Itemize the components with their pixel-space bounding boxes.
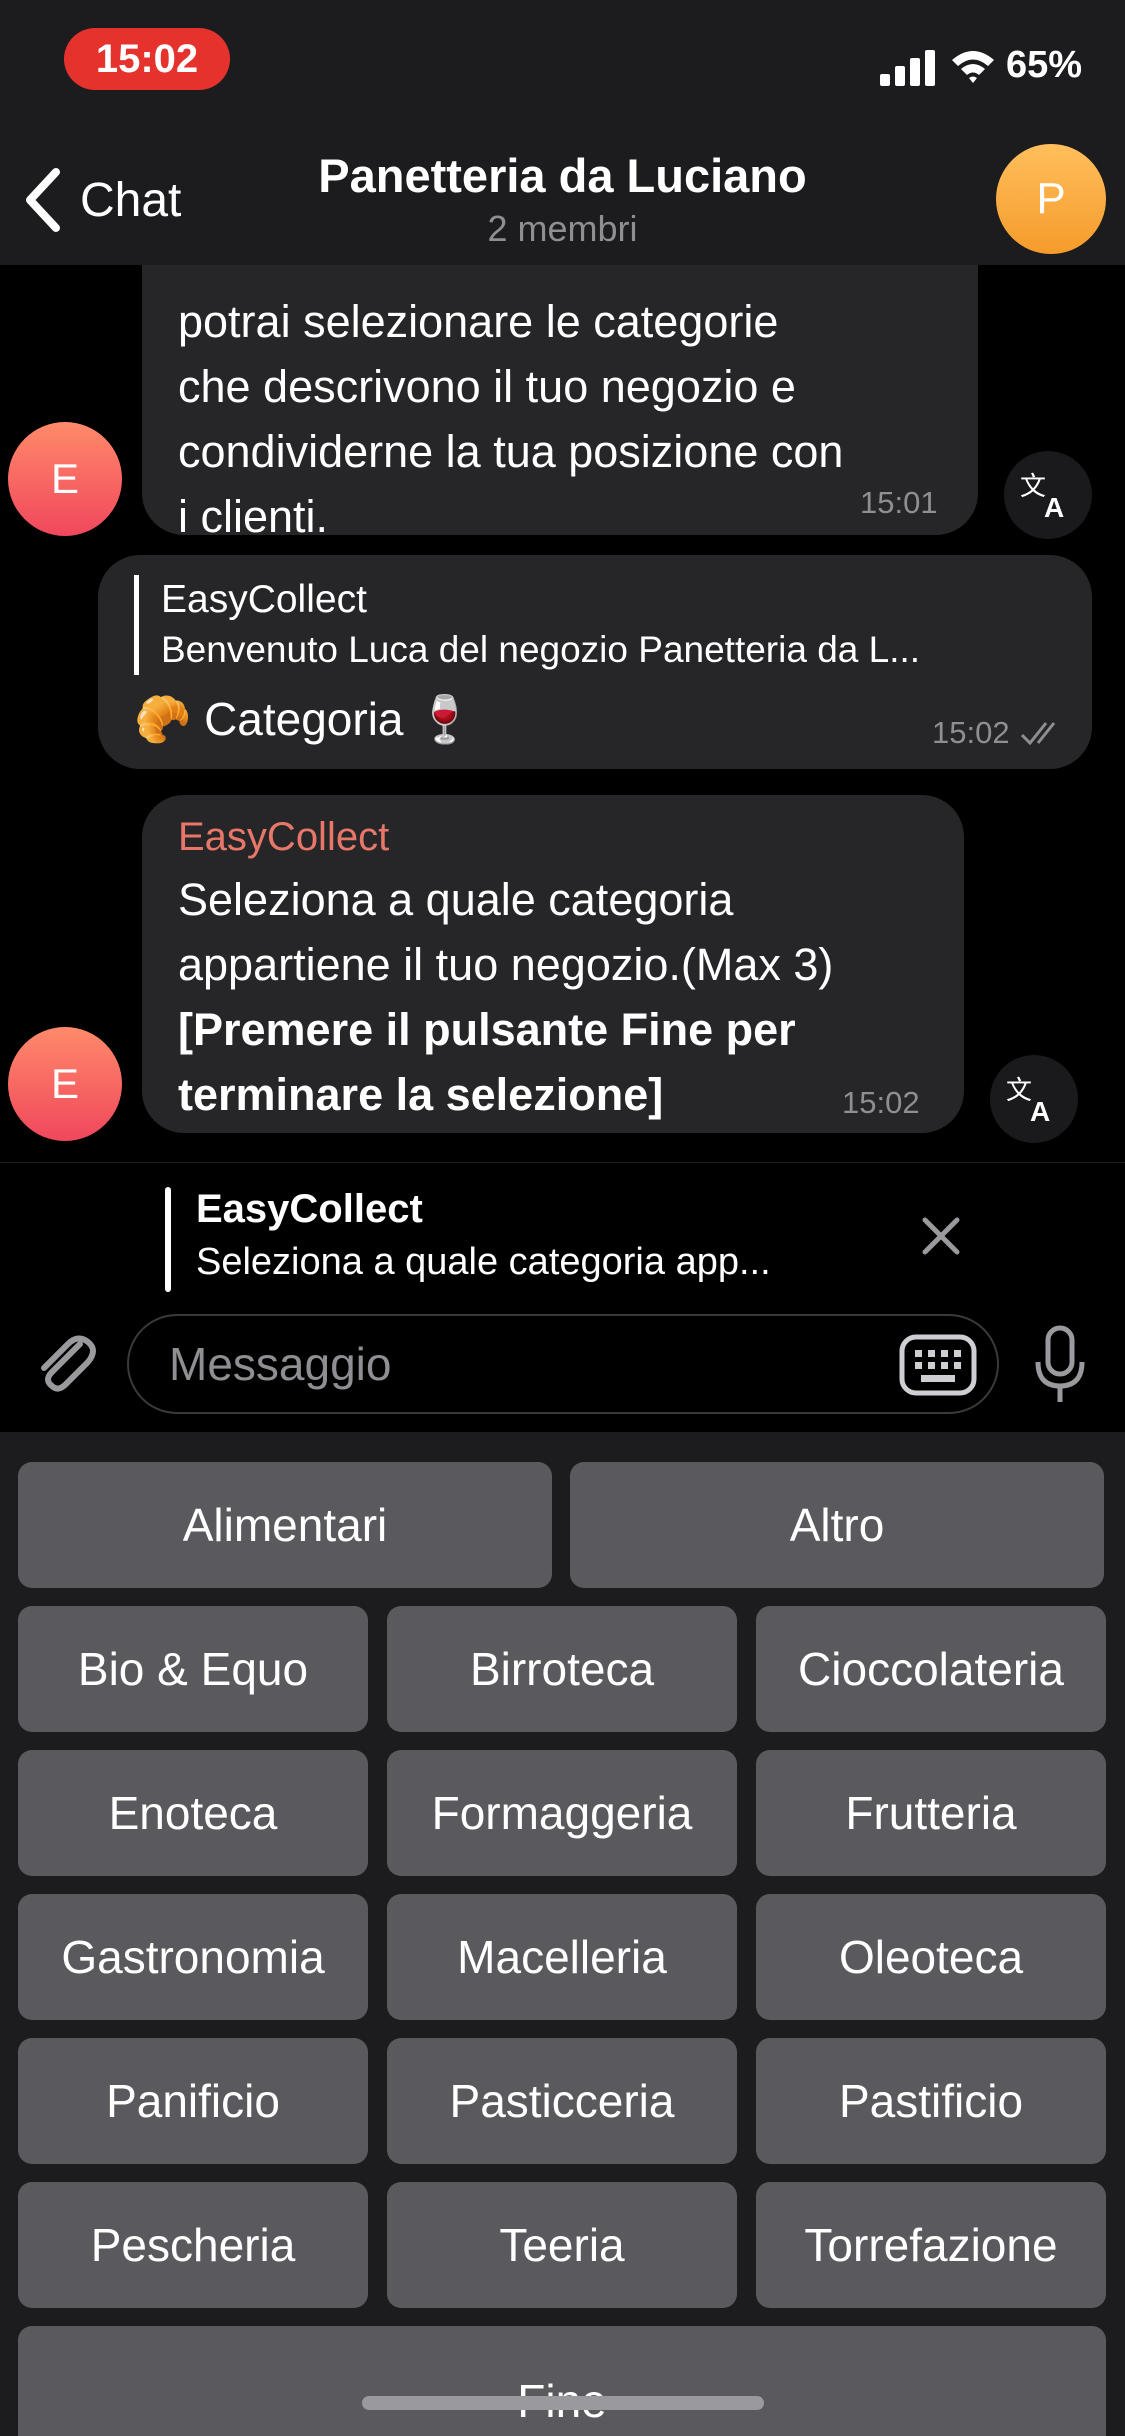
category-button[interactable]: Macelleria (387, 1894, 737, 2020)
bot-keyboard: Alimentari Altro Bio & Equo Birroteca Ci… (0, 1432, 1125, 2436)
category-button[interactable]: Altro (570, 1462, 1104, 1588)
category-button[interactable]: Pastificio (756, 2038, 1106, 2164)
message-line-bold: terminare la selezione] (178, 1069, 664, 1120)
translate-icon: 文 A (1020, 471, 1064, 523)
category-button[interactable]: Bio & Equo (18, 1606, 368, 1732)
category-button[interactable]: Birroteca (387, 1606, 737, 1732)
svg-text:文: 文 (1006, 1075, 1032, 1105)
message-bubble[interactable]: potrai selezionare le categorie che desc… (142, 265, 978, 542)
fine-button[interactable]: Fine (18, 2326, 1106, 2436)
translate-button[interactable]: 文 A (1004, 451, 1092, 539)
reply-preview-text: Seleziona a quale categoria app... (196, 1241, 771, 1283)
message-input[interactable] (169, 1316, 889, 1412)
double-check-icon (1020, 722, 1056, 746)
message-line: condividerne la tua posizione con (178, 426, 844, 477)
chat-title[interactable]: Panetteria da Luciano (0, 148, 1125, 203)
category-button[interactable]: Pasticceria (387, 2038, 737, 2164)
message-bubble[interactable]: EasyCollect Seleziona a quale categoria … (142, 795, 964, 1133)
croissant-emoji: 🥐 (134, 693, 192, 745)
category-button[interactable]: Pescheria (18, 2182, 368, 2308)
chat-member-count: 2 membri (487, 208, 638, 249)
home-indicator[interactable] (362, 2396, 764, 2410)
battery-percent: 65% (1006, 44, 1083, 86)
microphone-icon[interactable] (1030, 1324, 1090, 1406)
category-button[interactable]: Formaggeria (387, 1750, 737, 1876)
close-icon[interactable] (917, 1212, 965, 1260)
message-time: 15:01 (860, 485, 938, 520)
category-button[interactable]: Enoteca (18, 1750, 368, 1876)
category-button[interactable]: Gastronomia (18, 1894, 368, 2020)
message-line: potrai selezionare le categorie (178, 296, 779, 347)
message-line: Seleziona a quale categoria (178, 874, 734, 925)
svg-text:A: A (1044, 492, 1064, 523)
reply-quote[interactable]: EasyCollect Benvenuto Luca del negozio P… (134, 575, 1034, 675)
category-button[interactable]: Teeria (387, 2182, 737, 2308)
message-input-container[interactable] (127, 1314, 999, 1414)
sender-avatar[interactable]: E (8, 1027, 122, 1141)
message-line: che descrivono il tuo negozio e (178, 361, 796, 412)
category-button[interactable]: Torrefazione (756, 2182, 1106, 2308)
category-button[interactable]: Frutteria (756, 1750, 1106, 1876)
message-time: 15:02 (932, 715, 1010, 750)
status-bar: 15:02 65% (0, 0, 1125, 130)
category-button[interactable]: Cioccolateria (756, 1606, 1106, 1732)
message-time: 15:02 (842, 1085, 920, 1120)
translate-button[interactable]: 文 A (990, 1055, 1078, 1143)
sender-name: EasyCollect (178, 815, 390, 859)
message-line-bold: [Premere il pulsante Fine per (178, 1004, 796, 1055)
wifi-icon (952, 51, 994, 83)
category-button[interactable]: Alimentari (18, 1462, 552, 1588)
message-list[interactable]: potrai selezionare le categorie che desc… (0, 265, 1125, 1160)
message-line: appartiene il tuo negozio.(Max 3) (178, 939, 834, 990)
keyboard-icon[interactable] (899, 1334, 977, 1396)
message-text: Categoria (204, 693, 404, 745)
message-bubble-outgoing[interactable]: EasyCollect Benvenuto Luca del negozio P… (98, 555, 1092, 769)
status-time: 15:02 (64, 28, 230, 90)
reply-quote-text: Benvenuto Luca del negozio Panetteria da… (161, 629, 921, 670)
paperclip-icon[interactable] (28, 1326, 104, 1402)
category-button[interactable]: Panificio (18, 2038, 368, 2164)
sender-avatar[interactable]: E (8, 422, 122, 536)
wine-emoji: 🍷 (416, 693, 474, 745)
signal-icon (880, 50, 936, 86)
message-line: i clienti. (178, 491, 329, 542)
svg-text:A: A (1030, 1096, 1050, 1127)
translate-icon: 文 A (1006, 1075, 1050, 1127)
reply-preview-line (165, 1187, 171, 1292)
category-button[interactable]: Oleoteca (756, 1894, 1106, 2020)
chat-header: Chat Panetteria da Luciano 2 membri P (0, 130, 1125, 265)
reply-quote-name: EasyCollect (161, 578, 367, 621)
group-avatar[interactable]: P (996, 144, 1106, 254)
svg-text:文: 文 (1020, 471, 1046, 501)
reply-preview-name: EasyCollect (196, 1187, 423, 1231)
message-composer (0, 1298, 1125, 1430)
